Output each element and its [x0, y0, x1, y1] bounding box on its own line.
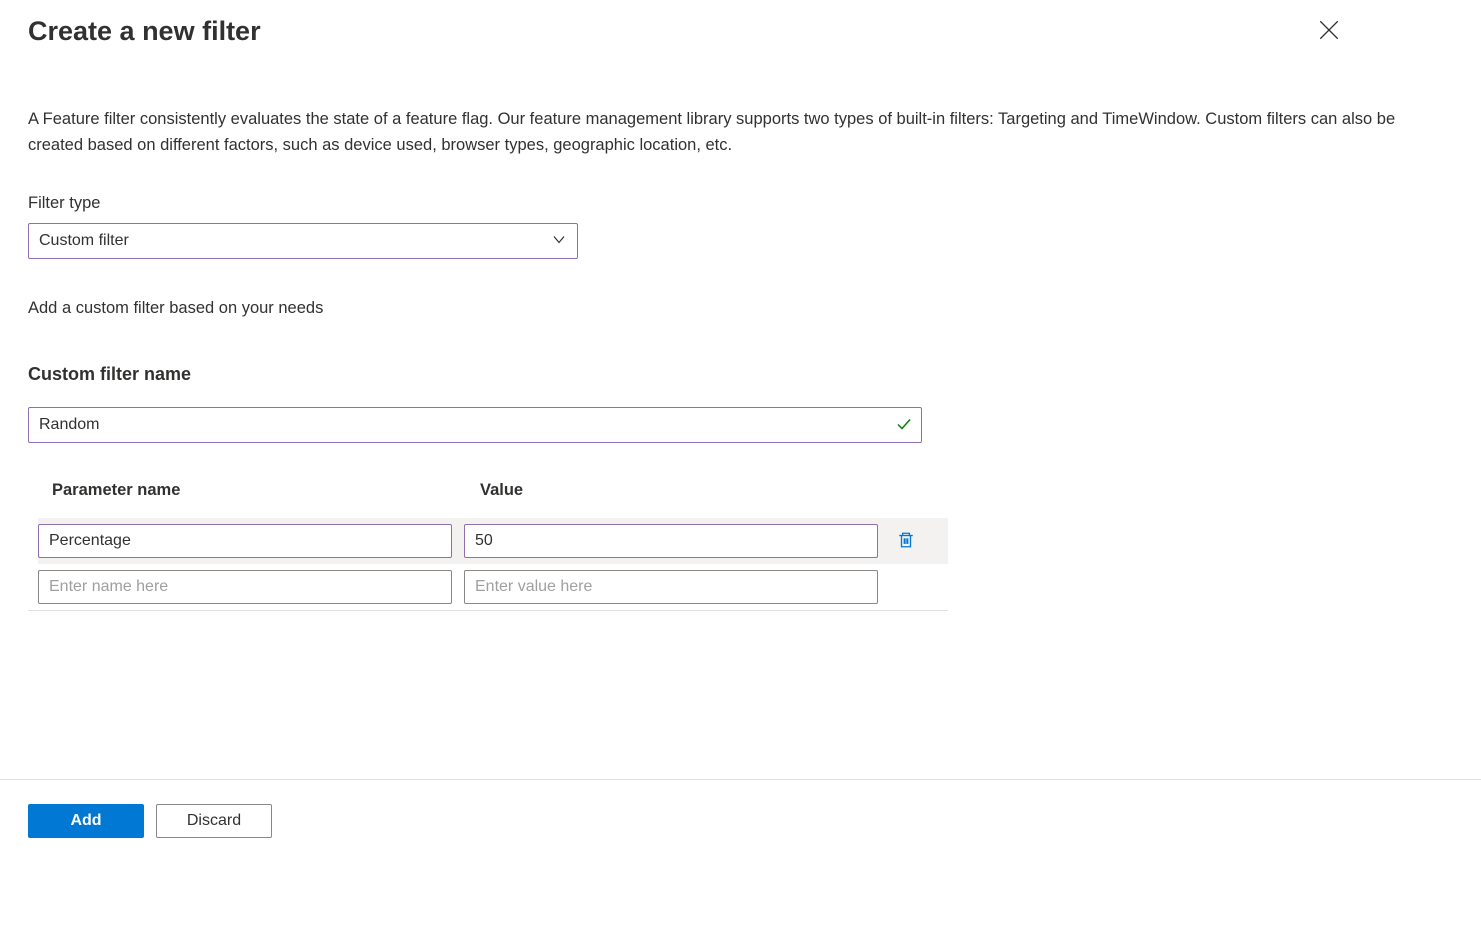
close-icon [1319, 20, 1339, 43]
param-name-input[interactable] [38, 524, 452, 558]
add-button[interactable]: Add [28, 804, 144, 838]
close-button[interactable] [1315, 16, 1343, 47]
divider [28, 610, 948, 611]
filter-type-select[interactable]: Custom filter [28, 223, 578, 259]
param-header-value: Value [480, 481, 894, 500]
param-header-name: Parameter name [52, 481, 480, 500]
description-text: A Feature filter consistently evaluates … [28, 107, 1453, 158]
param-row-empty [38, 564, 948, 610]
param-name-input-empty[interactable] [38, 570, 452, 604]
param-row [38, 518, 948, 564]
discard-button[interactable]: Discard [156, 804, 272, 838]
page-title: Create a new filter [28, 16, 261, 47]
custom-filter-name-input[interactable] [28, 407, 922, 443]
delete-param-button[interactable] [890, 525, 922, 557]
param-value-input-empty[interactable] [464, 570, 878, 604]
param-value-input[interactable] [464, 524, 878, 558]
subtext: Add a custom filter based on your needs [28, 299, 1453, 318]
custom-filter-name-heading: Custom filter name [28, 364, 1453, 385]
filter-type-selected: Custom filter [39, 232, 129, 250]
trash-icon [897, 531, 915, 552]
filter-type-label: Filter type [28, 194, 1453, 213]
checkmark-icon [896, 416, 912, 435]
footer: Add Discard [0, 779, 1481, 862]
